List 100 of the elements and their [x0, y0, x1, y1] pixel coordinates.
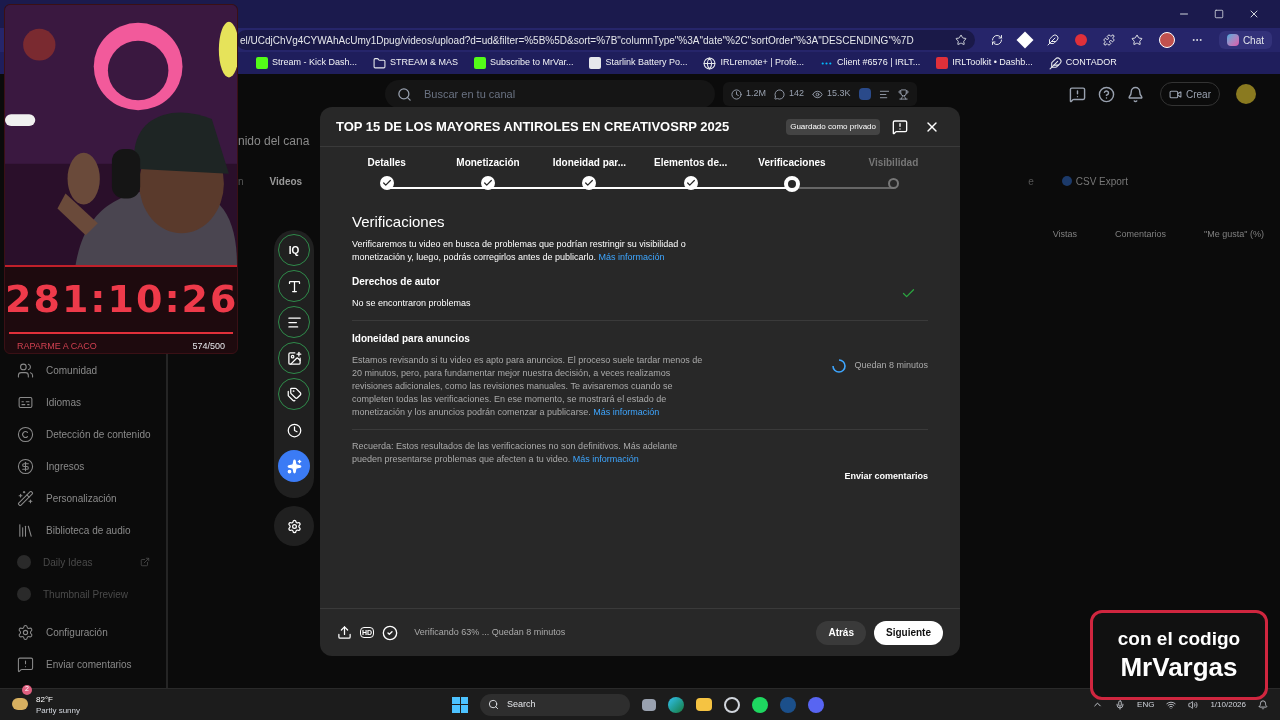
promo-line: con el codigo [1117, 627, 1241, 651]
search-placeholder: Buscar en tu canal [424, 86, 516, 102]
chat-button[interactable]: Chat [1218, 31, 1272, 49]
weather-icon [12, 697, 28, 710]
sidebar-item[interactable]: Detección de contenido [0, 418, 166, 450]
step-tab[interactable]: Elementos de... [654, 155, 728, 170]
taskbar-search-field[interactable]: Search [480, 693, 630, 716]
bookmark-link[interactable]: Subscribe to MrVar... [474, 56, 574, 70]
favorites-icon[interactable] [1130, 34, 1143, 46]
music-app-icon[interactable] [752, 696, 768, 713]
page-title: nido del cana [238, 133, 311, 150]
bookmark-star-icon[interactable] [954, 34, 967, 46]
step-tab[interactable]: Idoneidad par... [552, 155, 626, 170]
sidebar-item[interactable]: Enviar comentarios [0, 648, 166, 680]
bookmark-link[interactable]: Stream - Kick Dash... [256, 56, 358, 70]
dialog-title: TOP 15 DE LOS MAYORES ANTIROLES EN CREATIVOSRP 2025 [336, 117, 731, 136]
sidebar-item[interactable]: Ingresos [0, 450, 166, 482]
upload-status: Verificando 63% ... Quedan 8 minutos [414, 625, 567, 639]
sparkle-icon [286, 458, 302, 474]
microphone-icon[interactable] [1115, 699, 1126, 710]
task-view-icon[interactable] [642, 698, 656, 711]
sidebar-item[interactable]: Biblioteca de audio [0, 514, 166, 546]
back-button[interactable]: Atrás [816, 620, 866, 645]
dollar-icon [17, 457, 34, 475]
check-text: Estamos revisando si tu video es apto para anuncios. El proceso suele tardar menos de 20 minutos, pero, para fundamentar mejor nuestra decisión, a veces realizamos revisiones adicionales, como las revisiones manuales. Te avisaremos cuando se completen todas las verificaciones. En ese momento, se mostrará el estado de monetización y los anuncios podrán comenzar a publicarse. Más información [352, 353, 704, 419]
sidebar-item[interactable]: Comunidad [0, 354, 166, 386]
promo-code: MrVargas [1120, 651, 1238, 683]
start-icon[interactable] [452, 696, 468, 713]
bookmark-icon [936, 57, 949, 69]
temperature-text: 82°F [36, 693, 54, 705]
section-heading: Verificaciones [352, 212, 446, 232]
bookmark-link[interactable]: STREAM & MAS [373, 56, 459, 70]
sidebar-item[interactable]: Idiomas [0, 386, 166, 418]
notifications-icon[interactable] [1258, 699, 1268, 710]
help-icon[interactable] [1098, 85, 1115, 103]
volume-icon[interactable] [1188, 699, 1199, 710]
tool-button[interactable] [278, 450, 310, 482]
upload-icon [337, 625, 352, 640]
export-icon [1061, 176, 1072, 186]
column-header: Comentarios [1115, 228, 1167, 241]
notifications-icon[interactable] [1127, 85, 1144, 103]
csv-export-link[interactable]: CSV Export [1061, 173, 1128, 189]
browser-icon[interactable] [668, 696, 684, 713]
bookmark-icon [1048, 56, 1062, 70]
step-tab[interactable]: Detalles [367, 155, 406, 170]
send-feedback-link[interactable]: Enviar comentarios [844, 469, 928, 483]
step-tab[interactable]: Verificaciones [758, 155, 826, 170]
channel-search-field[interactable]: Buscar en tu canal [385, 80, 715, 108]
app-icon[interactable] [724, 696, 740, 713]
copilot-icon [1226, 34, 1239, 46]
search-icon [397, 86, 412, 102]
tags-icon [286, 386, 302, 402]
sidebar-item[interactable]: Personalización [0, 482, 166, 514]
page-icon [589, 57, 602, 69]
saved-badge: Guardado como privado [786, 118, 880, 135]
kick-icon [474, 57, 487, 69]
next-button[interactable]: Siguiente [874, 620, 943, 645]
more-info-link[interactable]: Más información [598, 251, 665, 262]
comment-icon [774, 88, 785, 100]
chat-app-icon[interactable] [808, 696, 824, 713]
clock-date[interactable]: 1/10/2026 [1210, 698, 1246, 711]
language-indicator[interactable]: ENG [1137, 698, 1155, 711]
settings-icon [286, 518, 302, 534]
avatar-icon[interactable] [1158, 32, 1175, 48]
clock-icon [731, 88, 742, 100]
bookmark-link[interactable]: Starlink Battery Po... [589, 56, 688, 70]
lines-icon [286, 314, 302, 330]
bookmark-link[interactable]: IRLremote+ | Profe... [703, 56, 805, 70]
bookmark-link[interactable]: Client #6576 | IRLT... [820, 56, 921, 70]
trophy-icon [897, 88, 909, 100]
stat-value: 142 [774, 87, 805, 101]
copyright-icon [17, 425, 34, 443]
lines-icon [878, 88, 890, 100]
countdown-timer: 281:10:26 [5, 276, 237, 323]
folder-icon [373, 56, 387, 70]
globe-icon [703, 56, 717, 70]
bookmark-link[interactable]: CONTADOR [1048, 56, 1117, 70]
bookmark-link[interactable]: IRLToolkit • Dashb... [936, 56, 1033, 70]
network-icon[interactable] [1166, 699, 1177, 710]
folder-icon[interactable] [696, 698, 712, 711]
step-tab[interactable]: Monetización [456, 155, 520, 170]
feather-icon[interactable] [1046, 34, 1059, 46]
more-info-link[interactable]: Más información [572, 453, 639, 464]
more-info-link[interactable]: Más información [593, 406, 660, 417]
clock-icon [286, 422, 302, 438]
magic-wand-icon [17, 489, 34, 507]
close-icon[interactable] [1248, 8, 1260, 20]
intro-text: Verificaremos tu video en busca de problemas que podrían restringir su visibilidad o monetización y, luego, podrás corregirlos antes de publicarlo. Más información [352, 237, 687, 264]
iq-logo: IQ [288, 243, 300, 258]
maximize-icon[interactable] [1214, 9, 1224, 19]
text-icon [286, 278, 302, 294]
url-text: el/UCdjChVg4CYWAhAcUmy1Dpug/videos/upload?d=ud&filter=%5B%5D&sort=%7B"columnType"%3A"date"%2C"sortOrder"%3A"DESCENDING"%7D [240, 33, 915, 48]
sidebar-item[interactable]: Configuración [0, 616, 166, 648]
address-field[interactable]: el/UCdjChVg4CYWAhAcUmy1Dpug/videos/upload?d=ud&filter=%5B%5D&sort=%7B"columnType"%3A"date"%2C"sortOrder"%3A"DESCENDING"%7D [236, 30, 975, 50]
check-text: No se encontraron problemas [352, 296, 472, 310]
page-tab[interactable]: Videos [269, 173, 303, 189]
puzzle-icon[interactable] [1102, 34, 1115, 46]
feedback-icon [17, 655, 34, 673]
feedback-icon[interactable] [1069, 85, 1086, 103]
settings-icon [17, 623, 34, 641]
